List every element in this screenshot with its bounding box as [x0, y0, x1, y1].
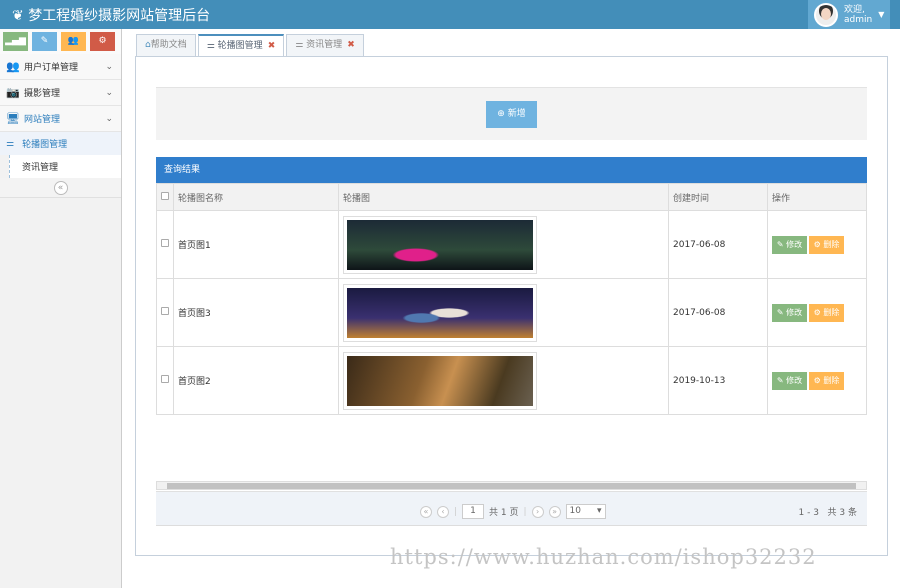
tab-label: 帮助文档	[151, 40, 187, 50]
tab-carousel[interactable]: ⚌ 轮播图管理 ✖	[198, 34, 285, 57]
row-checkbox[interactable]	[161, 307, 169, 315]
tab-bar: ⌂帮助文档 ⚌ 轮播图管理 ✖ ⚌ 资讯管理 ✖	[136, 34, 366, 57]
chevron-down-icon: ⌄	[105, 62, 113, 72]
menu-label: 摄影管理	[24, 86, 60, 99]
edit-label: 修改	[786, 376, 802, 385]
sidebar-item-news[interactable]: 资讯管理	[9, 155, 121, 178]
users-icon: 👥	[6, 60, 20, 73]
tab-help[interactable]: ⌂帮助文档	[136, 34, 196, 57]
toolbar: ⊕ 新增	[156, 87, 867, 140]
watermark: https://www.huzhan.com/ishop32232	[390, 545, 817, 569]
record-total: 共 3 条	[828, 508, 857, 518]
tab-label: 轮播图管理	[218, 41, 263, 51]
delete-label: 删除	[823, 308, 839, 317]
created-date: 2019-10-13	[669, 347, 768, 415]
column-header: 轮播图	[339, 184, 669, 211]
page-input[interactable]: 1	[462, 504, 484, 519]
delete-button[interactable]: ⚙ 删除	[809, 304, 844, 322]
next-page-icon[interactable]: ›	[532, 506, 544, 518]
sliders-icon: ⚌	[6, 139, 14, 149]
close-icon[interactable]: ✖	[268, 41, 276, 51]
camera-icon: 📷	[6, 86, 20, 99]
welcome-text: 欢迎,	[844, 5, 872, 15]
carousel-image	[343, 216, 537, 274]
sliders-icon: ⚌	[295, 40, 306, 50]
sidebar-item-carousel[interactable]: ⚌ 轮播图管理	[0, 132, 121, 155]
tab-news[interactable]: ⚌ 资讯管理 ✖	[286, 34, 364, 57]
table-row: 首页图1 2017-06-08 ✎ 修改⚙ 删除	[157, 211, 867, 279]
carousel-name: 首页图1	[174, 211, 339, 279]
menu-label: 用户订单管理	[24, 60, 78, 73]
record-range: 1 - 3	[799, 508, 819, 518]
tab-label: 资讯管理	[306, 40, 342, 50]
first-page-icon[interactable]: «	[420, 506, 432, 518]
add-button[interactable]: ⊕ 新增	[486, 101, 537, 128]
user-menu[interactable]: 欢迎,admin ▼	[808, 0, 890, 29]
submenu-label: 轮播图管理	[22, 137, 67, 150]
pagination: « ‹ | 1 共 1 页 | › » 10 1 - 3 共 3 条	[156, 491, 867, 526]
edit-button[interactable]: ✎ 修改	[772, 236, 807, 254]
collapse-sidebar[interactable]: «	[0, 178, 121, 198]
app-title: 梦工程婚纱摄影网站管理后台	[28, 8, 210, 24]
carousel-image	[343, 352, 537, 410]
caret-down-icon: ▼	[878, 10, 884, 19]
edit-button[interactable]: ✎ 修改	[772, 304, 807, 322]
carousel-image	[343, 284, 537, 342]
menu-label: 网站管理	[24, 112, 60, 125]
plus-circle-icon: ⊕	[497, 109, 507, 119]
content-panel: ⊕ 新增 查询结果 轮播图名称 轮播图 创建时间 操作 首页图1 2017-06…	[135, 56, 888, 556]
page-size-select[interactable]: 10	[566, 504, 606, 519]
created-date: 2017-06-08	[669, 211, 768, 279]
sliders-icon: ⚌	[207, 41, 218, 51]
sidebar-item-orders[interactable]: 👥 用户订单管理 ⌄	[0, 54, 121, 80]
carousel-name: 首页图2	[174, 347, 339, 415]
close-icon[interactable]: ✖	[347, 40, 355, 50]
table-row: 首页图2 2019-10-13 ✎ 修改⚙ 删除	[157, 347, 867, 415]
row-checkbox[interactable]	[161, 239, 169, 247]
prev-page-icon[interactable]: ‹	[437, 506, 449, 518]
last-page-icon[interactable]: »	[549, 506, 561, 518]
delete-button[interactable]: ⚙ 删除	[809, 236, 844, 254]
top-header: ❦ 梦工程婚纱摄影网站管理后台 欢迎,admin ▼	[0, 0, 900, 29]
chevron-down-icon: ⌄	[105, 88, 113, 98]
desktop-icon: 🖥	[6, 112, 20, 125]
created-date: 2017-06-08	[669, 279, 768, 347]
username: admin	[844, 15, 872, 25]
column-header[interactable]: 轮播图名称	[174, 184, 339, 211]
edit-button[interactable]: ✎ 修改	[772, 372, 807, 390]
edit-label: 修改	[786, 240, 802, 249]
carousel-name: 首页图3	[174, 279, 339, 347]
users-button[interactable]: 👥	[61, 32, 86, 51]
table-row: 首页图3 2017-06-08 ✎ 修改⚙ 删除	[157, 279, 867, 347]
pencil-button[interactable]: ✎	[32, 32, 57, 51]
row-checkbox[interactable]	[161, 375, 169, 383]
chevron-down-icon: ⌄	[105, 114, 113, 124]
double-chevron-left-icon[interactable]: «	[54, 181, 68, 195]
results-title: 查询结果	[156, 157, 867, 183]
delete-label: 删除	[823, 240, 839, 249]
avatar	[814, 3, 838, 27]
leaf-icon: ❦	[12, 8, 28, 24]
settings-button[interactable]: ⚙	[90, 32, 115, 51]
column-header: 操作	[768, 184, 867, 211]
sidebar: ▂▄▆ ✎ 👥 ⚙ 👥用户订单管理⌄ 📷摄影管理⌄ 🖥网站管理⌄ ⚌轮播图管理 …	[0, 29, 122, 588]
scrollbar-thumb[interactable]	[167, 483, 856, 489]
delete-label: 删除	[823, 376, 839, 385]
select-all-checkbox[interactable]	[161, 192, 169, 200]
delete-button[interactable]: ⚙ 删除	[809, 372, 844, 390]
add-label: 新增	[508, 109, 526, 119]
horizontal-scrollbar[interactable]	[156, 481, 867, 490]
results-table: 轮播图名称 轮播图 创建时间 操作 首页图1 2017-06-08 ✎ 修改⚙ …	[156, 183, 867, 415]
sidebar-item-photography[interactable]: 📷 摄影管理 ⌄	[0, 80, 121, 106]
submenu-label: 资讯管理	[22, 160, 58, 173]
edit-label: 修改	[786, 308, 802, 317]
total-pages: 共 1 页	[489, 505, 518, 518]
stats-button[interactable]: ▂▄▆	[3, 32, 28, 51]
sidebar-item-website[interactable]: 🖥 网站管理 ⌄	[0, 106, 121, 132]
column-header[interactable]: 创建时间	[669, 184, 768, 211]
